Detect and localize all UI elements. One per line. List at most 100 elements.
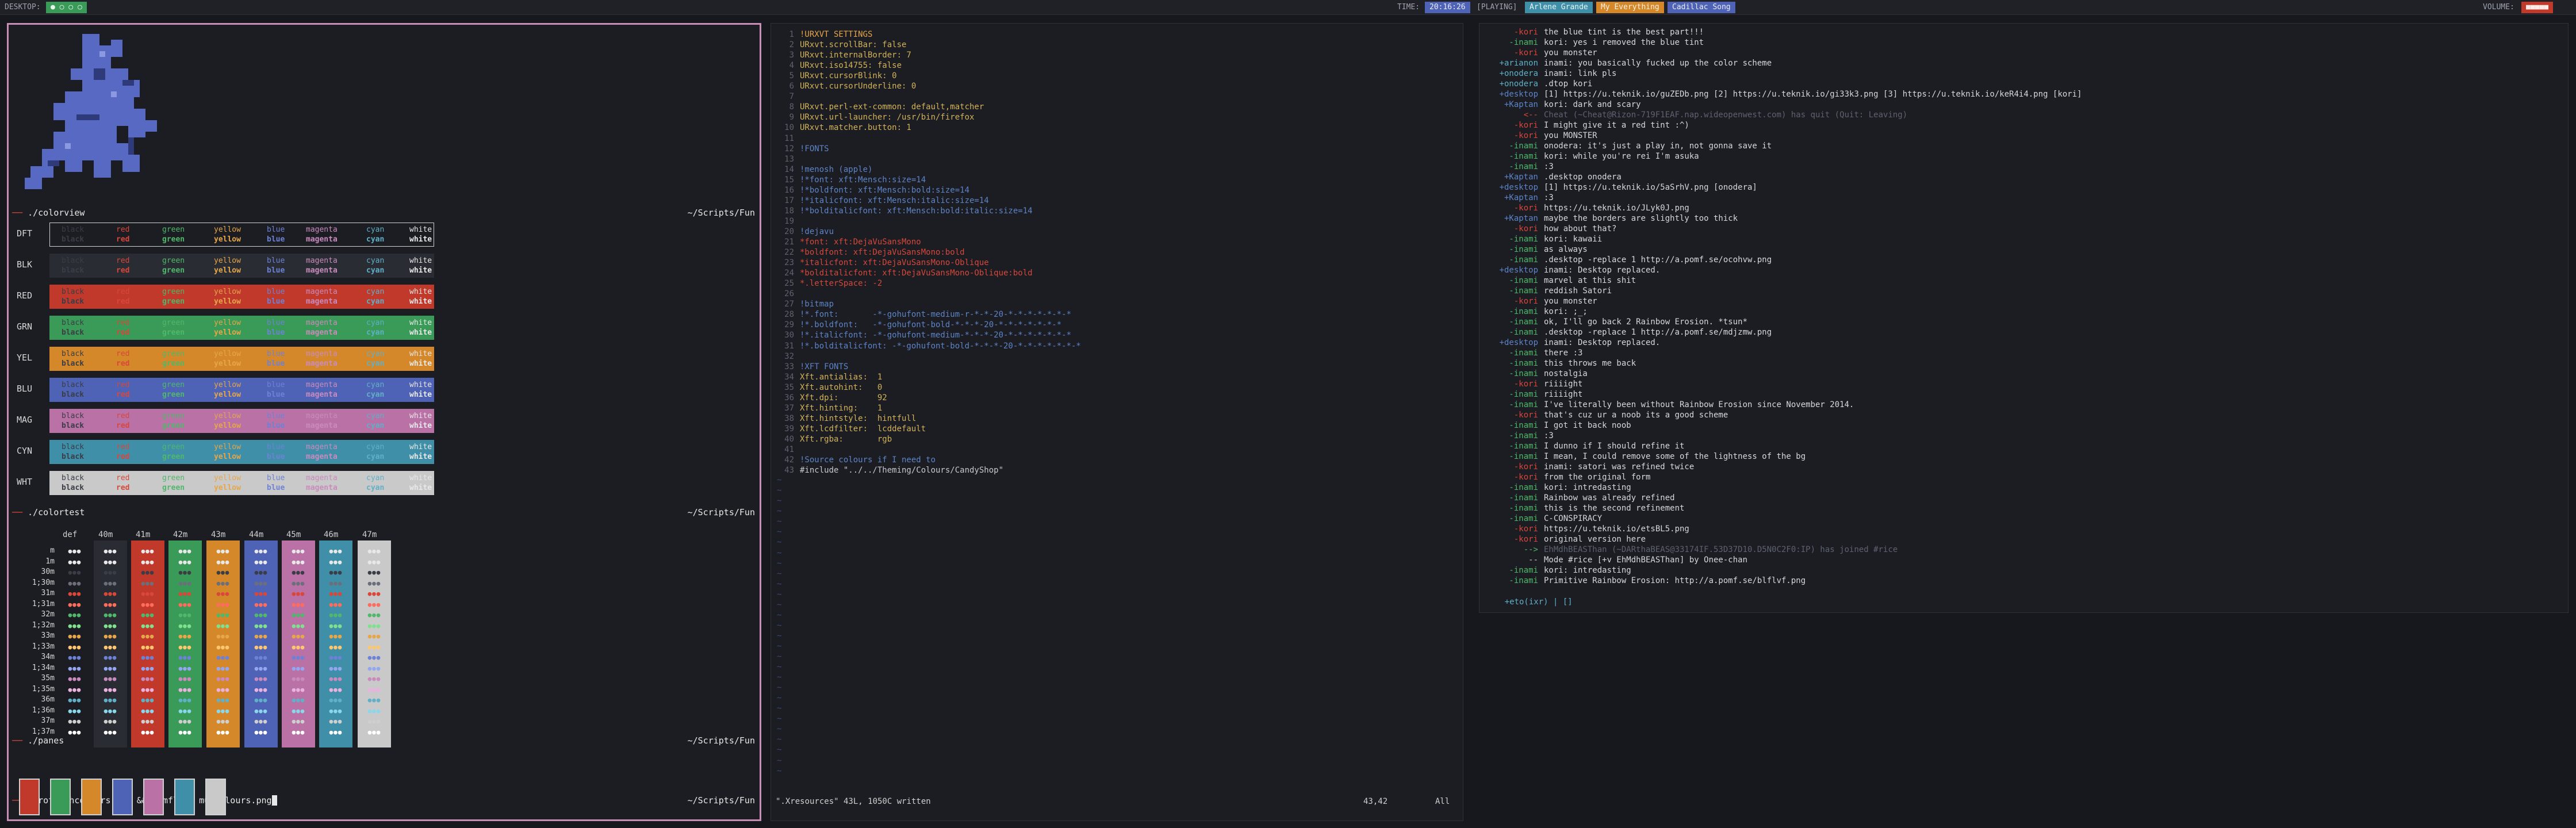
chat-nick[interactable]: +desktop <box>1485 89 1538 99</box>
chat-text: original version here <box>1544 535 1646 544</box>
colorview-word: magenta <box>306 319 338 327</box>
colorview-row-label: DFT <box>17 228 33 239</box>
vim-editor[interactable]: 1 !URXVT SETTINGS 2 URxvt.scrollBar: false 3… <box>770 23 1463 821</box>
vim-line-text: *italicfont: xft:DejaVuSansMono-Oblique <box>800 258 989 268</box>
chat-nick[interactable]: -inami <box>1485 37 1538 48</box>
chat-nick[interactable]: -inami <box>1485 151 1538 162</box>
colortest-cell: ●●● <box>103 579 117 587</box>
chat-input-prompt[interactable]: +eto(ixr) | [] <box>1505 597 1573 607</box>
chat-nick[interactable]: +onodera <box>1485 79 1538 89</box>
chat-nick[interactable]: -inami <box>1485 576 1538 586</box>
chat-nick[interactable]: -inami <box>1485 482 1538 493</box>
chat-nick[interactable]: -kori <box>1485 534 1538 545</box>
chat-nick[interactable]: -inami <box>1485 420 1538 431</box>
chat-nick[interactable]: +Kaptan <box>1485 172 1538 182</box>
chat-nick[interactable]: -kori <box>1485 120 1538 131</box>
vim-tilde: ~ <box>777 517 782 527</box>
vim-status-pos: 43,42 <box>1363 797 1388 806</box>
colorview-word: green <box>162 256 185 265</box>
chat-nick[interactable]: +Kaptan <box>1485 193 1538 203</box>
colorview-word: green <box>162 225 185 234</box>
colorview-row: RED black red green yellow blue magenta cyan whi… <box>12 282 438 311</box>
chat-nick[interactable]: -kori <box>1485 27 1538 37</box>
chat-message: +desktop inami: Desktop replaced. <box>1485 265 1661 275</box>
chat-nick[interactable]: -inami <box>1485 348 1538 358</box>
colorview-word: black <box>62 390 85 399</box>
chat-nick[interactable]: -inami <box>1485 369 1538 379</box>
chat-nick[interactable]: -kori <box>1485 203 1538 213</box>
chat-nick[interactable]: +arianon <box>1485 58 1538 68</box>
chat-nick[interactable]: -inami <box>1485 244 1538 255</box>
chat-nick[interactable]: -kori <box>1485 296 1538 306</box>
chat-nick[interactable]: -inami <box>1485 400 1538 410</box>
colorview-word: red <box>116 328 130 337</box>
chat-nick[interactable]: +desktop <box>1485 338 1538 348</box>
chat-nick[interactable]: -inami <box>1485 255 1538 265</box>
vim-line-text: Xft.lcdfilter: lcddefault <box>800 424 926 434</box>
chat-nick[interactable]: -inami <box>1485 317 1538 327</box>
colortest-cell: ●●● <box>254 707 268 715</box>
chat-nick[interactable]: +desktop <box>1485 182 1538 193</box>
vim-line-text: !*boldfont: xft:Mensch:bold:size=14 <box>800 185 970 195</box>
colorview-row-label: YEL <box>17 352 33 363</box>
chat-nick[interactable]: -inami <box>1485 441 1538 451</box>
chat-nick[interactable]: -inami <box>1485 389 1538 400</box>
track-1[interactable]: Arlene Grande <box>1525 2 1593 13</box>
chat-nick[interactable]: +desktop <box>1485 265 1538 275</box>
chat-nick[interactable]: -kori <box>1485 48 1538 58</box>
chat-nick[interactable]: -inami <box>1485 451 1538 462</box>
chat-nick[interactable]: -inami <box>1485 141 1538 151</box>
chat-nick[interactable]: -kori <box>1485 472 1538 482</box>
vim-status-file: ".Xresources" 43L, 1050C written <box>776 797 931 806</box>
chat-nick[interactable]: -kori <box>1485 379 1538 389</box>
track-3[interactable]: Cadillac Song <box>1667 2 1735 13</box>
chat-message: -kori original version here <box>1485 534 1646 545</box>
chat-nick[interactable]: -inami <box>1485 306 1538 317</box>
vim-line-text: !*.bolditalicfont: -*-gohufont-bold-*-*-… <box>800 341 1081 351</box>
colortest-cell: ●●● <box>292 611 305 619</box>
chat-nick[interactable]: -- <box>1485 555 1538 565</box>
vim-line-text: !XFT FONTS <box>800 362 849 371</box>
chat-nick[interactable]: -inami <box>1485 358 1538 369</box>
colortest-cell: ●●● <box>329 707 343 715</box>
colorview-word: yellow <box>214 328 241 337</box>
volume-bar[interactable]: ■■■■■ <box>2521 2 2554 13</box>
chat-nick[interactable]: --> <box>1485 545 1538 555</box>
chat-nick[interactable]: -inami <box>1485 162 1538 172</box>
desktop-indicator[interactable]: ● ○ ○ ○ <box>46 2 87 13</box>
colortest-cell: ●●● <box>141 707 155 715</box>
vim-line-text: *.letterSpace: -2 <box>800 279 883 289</box>
chat-input[interactable]: +eto(ixr) | [] <box>1485 588 1573 612</box>
chat-nick[interactable]: -inami <box>1485 503 1538 513</box>
chat-nick[interactable]: -inami <box>1485 431 1538 441</box>
chat-nick[interactable]: -inami <box>1485 286 1538 296</box>
irc-client[interactable]: -kori the blue tint is the best part!!! -i… <box>1479 23 2569 613</box>
chat-nick[interactable]: -inami <box>1485 565 1538 576</box>
vim-line-number: 29 <box>784 320 794 330</box>
track-2[interactable]: My Everything <box>1596 2 1664 13</box>
chat-nick[interactable]: -kori <box>1485 224 1538 234</box>
vim-line-text: URxvt.matcher.button: 1 <box>800 123 911 133</box>
chat-nick[interactable]: -inami <box>1485 513 1538 524</box>
colorview-word: green <box>162 412 185 420</box>
chat-nick[interactable]: -kori <box>1485 410 1538 420</box>
chat-nick[interactable]: -inami <box>1485 493 1538 503</box>
colorview-word: yellow <box>214 484 241 492</box>
terminal-colors[interactable]: ── ./colorview ~/Scripts/Fun DFT black red… <box>7 23 761 821</box>
chat-nick[interactable]: -kori <box>1485 131 1538 141</box>
colorview-word: white <box>409 297 432 306</box>
chat-nick[interactable]: -inami <box>1485 234 1538 244</box>
panes-header: ── ./panes ~/Scripts/Fun <box>12 735 755 746</box>
vim-line-number: 39 <box>784 424 794 434</box>
vim-line-number: 4 <box>789 61 794 71</box>
chat-nick[interactable]: -inami <box>1485 275 1538 286</box>
chat-nick[interactable]: +Kaptan <box>1485 213 1538 224</box>
chat-nick[interactable]: +onodera <box>1485 68 1538 79</box>
chat-nick[interactable]: -kori <box>1485 524 1538 534</box>
chat-nick[interactable]: -kori <box>1485 462 1538 472</box>
colortest-cell: ●●● <box>141 728 155 736</box>
chat-nick[interactable]: -inami <box>1485 327 1538 338</box>
vim-line-text: !*font: xft:Mensch:size=14 <box>800 175 926 185</box>
chat-nick[interactable]: <-- <box>1485 110 1538 120</box>
chat-nick[interactable]: +Kaptan <box>1485 99 1538 110</box>
